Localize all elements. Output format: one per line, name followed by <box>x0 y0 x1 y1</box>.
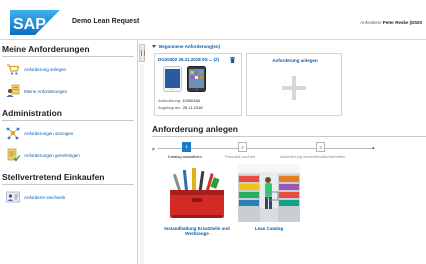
created-date: Angelegt am: 26.11.2018 <box>158 105 203 110</box>
wizard-step-1[interactable]: 1 <box>182 142 191 152</box>
wizard-step-2[interactable]: 2 <box>238 142 247 152</box>
splitter-rail <box>140 64 144 264</box>
supermarket-icon[interactable] <box>238 164 300 222</box>
sidebar-item-switch-requester[interactable]: Anforderer wechseln <box>24 195 65 200</box>
trash-icon[interactable] <box>230 57 235 63</box>
wizard-step-2-label: Produkte suchen <box>225 154 256 159</box>
requester-label: Anforderer <box>360 20 382 25</box>
wizard-start-icon: |▸ <box>152 146 156 151</box>
main-content: Begonnene Anforderung(en) DG20402 26.11.… <box>146 40 426 264</box>
collapse-triangle-icon <box>152 45 156 49</box>
sidebar-item-my-requests[interactable]: Meine Anforderungen <box>24 89 67 94</box>
header: SAP Demo Lean Request Anforderer Peter R… <box>0 0 426 40</box>
wizard-step-3[interactable]: 3 <box>316 142 325 152</box>
create-request-link[interactable]: Anforderung anlegen <box>247 58 343 63</box>
sidebar-section-buy-on-behalf: Stellvertretend Einkaufen <box>2 172 105 182</box>
divider <box>2 120 134 121</box>
wizard-end-icon: ▴ <box>372 145 375 151</box>
create-request-title: Anforderung anlegen <box>152 124 238 134</box>
app-title: Demo Lean Request <box>72 18 140 25</box>
toolbox-icon[interactable] <box>166 164 228 222</box>
user-list-icon[interactable] <box>6 84 20 98</box>
switch-user-icon[interactable] <box>6 190 20 204</box>
sidebar-section-my-requests: Meine Anforderungen <box>2 44 90 54</box>
tablet-gray-icon <box>187 66 206 92</box>
svg-text:SAP: SAP <box>13 16 46 33</box>
started-requests-toggle[interactable]: Begonnene Anforderung(en) <box>152 44 220 49</box>
sidebar-item-show-requests[interactable]: Anforderungen anzeigen <box>24 131 73 136</box>
request-id-link[interactable]: DG20402 26.11.2018 00:... (2) <box>158 57 219 62</box>
started-requests-heading: Begonnene Anforderung(en) <box>159 44 221 49</box>
divider <box>2 56 134 57</box>
cart-icon[interactable] <box>6 62 20 76</box>
sidebar: Meine Anforderungen Anforderung anlegen … <box>0 40 138 264</box>
divider <box>2 184 134 185</box>
sidebar-section-administration: Administration <box>2 108 62 118</box>
divider <box>152 136 426 137</box>
requisition-number: Anforderung: 10000484 <box>158 98 201 103</box>
tablet-white-icon <box>163 66 182 92</box>
wizard-step-3-label: Anforderung versenden/überarbeiten <box>280 154 346 159</box>
plus-icon-bar <box>282 86 306 90</box>
sap-logo[interactable]: SAP <box>10 10 60 35</box>
requester-name[interactable]: Peter Reske (D020 <box>383 20 422 25</box>
catalog-maintenance-label[interactable]: Instandhaltung Ersatzteile und Werkzeuge <box>148 226 246 236</box>
wizard-step-1-label: Katalog auswählen <box>168 154 202 159</box>
approve-document-icon[interactable] <box>6 148 20 162</box>
requester-info: Anforderer Peter Reske (D020 <box>360 20 422 25</box>
sidebar-item-approve-requests[interactable]: Anforderungen genehmigen <box>24 153 80 158</box>
started-request-card[interactable]: DG20402 26.11.2018 00:... (2) Anforderun… <box>154 53 242 116</box>
sidebar-item-create-request[interactable]: Anforderung anlegen <box>24 67 66 72</box>
catalog-lean-label[interactable]: Lean Catalog <box>238 226 300 231</box>
create-request-card[interactable]: Anforderung anlegen <box>246 53 342 116</box>
splitter-handle[interactable] <box>139 44 145 62</box>
network-icon[interactable] <box>6 126 20 140</box>
